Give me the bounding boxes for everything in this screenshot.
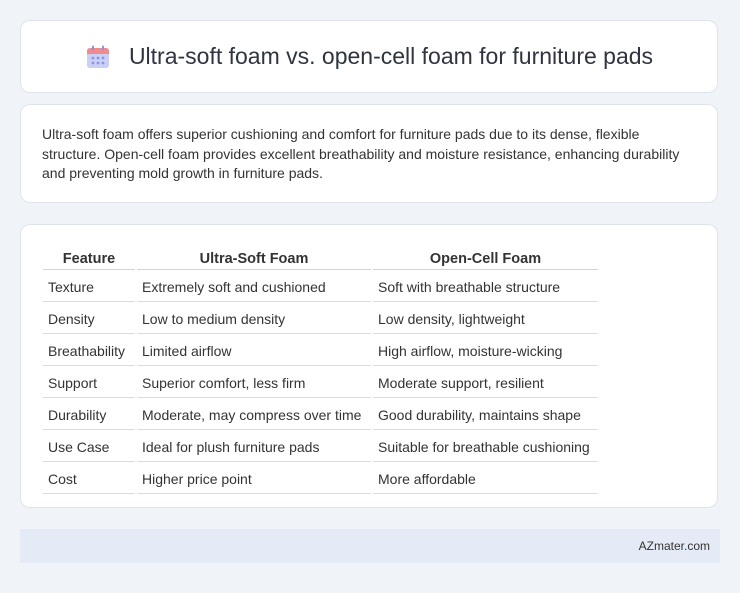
open-cell-cell: Suitable for breathable cushioning bbox=[373, 432, 598, 462]
feature-cell: Use Case bbox=[43, 432, 135, 462]
feature-cell: Density bbox=[43, 304, 135, 334]
feature-cell: Texture bbox=[43, 272, 135, 302]
open-cell-cell: High airflow, moisture-wicking bbox=[373, 336, 598, 366]
title-row: Ultra-soft foam vs. open-cell foam for f… bbox=[85, 43, 653, 70]
table-row: Density Low to medium density Low densit… bbox=[43, 304, 598, 334]
table-row: Support Superior comfort, less firm Mode… bbox=[43, 368, 598, 398]
header-open-cell-foam: Open-Cell Foam bbox=[373, 247, 598, 270]
ultra-soft-cell: Extremely soft and cushioned bbox=[137, 272, 371, 302]
table-row: Durability Moderate, may compress over t… bbox=[43, 400, 598, 430]
open-cell-cell: More affordable bbox=[373, 464, 598, 494]
summary-card: Ultra-soft foam offers superior cushioni… bbox=[20, 104, 718, 203]
page-title: Ultra-soft foam vs. open-cell foam for f… bbox=[128, 43, 654, 69]
header-ultra-soft-foam: Ultra-Soft Foam bbox=[137, 247, 371, 270]
table-row: Breathability Limited airflow High airfl… bbox=[43, 336, 598, 366]
table-header-row: Feature Ultra-Soft Foam Open-Cell Foam bbox=[43, 247, 598, 270]
ultra-soft-cell: Moderate, may compress over time bbox=[137, 400, 371, 430]
table-row: Use Case Ideal for plush furniture pads … bbox=[43, 432, 598, 462]
ultra-soft-cell: Superior comfort, less firm bbox=[137, 368, 371, 398]
title-card: Ultra-soft foam vs. open-cell foam for f… bbox=[20, 20, 718, 93]
footer-site-link[interactable]: AZmater.com bbox=[639, 539, 710, 553]
comparison-card: Feature Ultra-Soft Foam Open-Cell Foam T… bbox=[20, 224, 718, 508]
comparison-table: Feature Ultra-Soft Foam Open-Cell Foam T… bbox=[41, 245, 600, 496]
table-row: Cost Higher price point More affordable bbox=[43, 464, 598, 494]
open-cell-cell: Soft with breathable structure bbox=[373, 272, 598, 302]
feature-cell: Cost bbox=[43, 464, 135, 494]
summary-text: Ultra-soft foam offers superior cushioni… bbox=[42, 126, 680, 181]
ultra-soft-cell: Low to medium density bbox=[137, 304, 371, 334]
open-cell-cell: Low density, lightweight bbox=[373, 304, 598, 334]
table-row: Texture Extremely soft and cushioned Sof… bbox=[43, 272, 598, 302]
feature-cell: Breathability bbox=[43, 336, 135, 366]
open-cell-cell: Good durability, maintains shape bbox=[373, 400, 598, 430]
ultra-soft-cell: Ideal for plush furniture pads bbox=[137, 432, 371, 462]
footer-bar: AZmater.com bbox=[20, 529, 720, 563]
ultra-soft-cell: Limited airflow bbox=[137, 336, 371, 366]
feature-cell: Support bbox=[43, 368, 135, 398]
header-feature: Feature bbox=[43, 247, 135, 270]
ultra-soft-cell: Higher price point bbox=[137, 464, 371, 494]
calendar-icon bbox=[86, 45, 109, 68]
feature-cell: Durability bbox=[43, 400, 135, 430]
open-cell-cell: Moderate support, resilient bbox=[373, 368, 598, 398]
